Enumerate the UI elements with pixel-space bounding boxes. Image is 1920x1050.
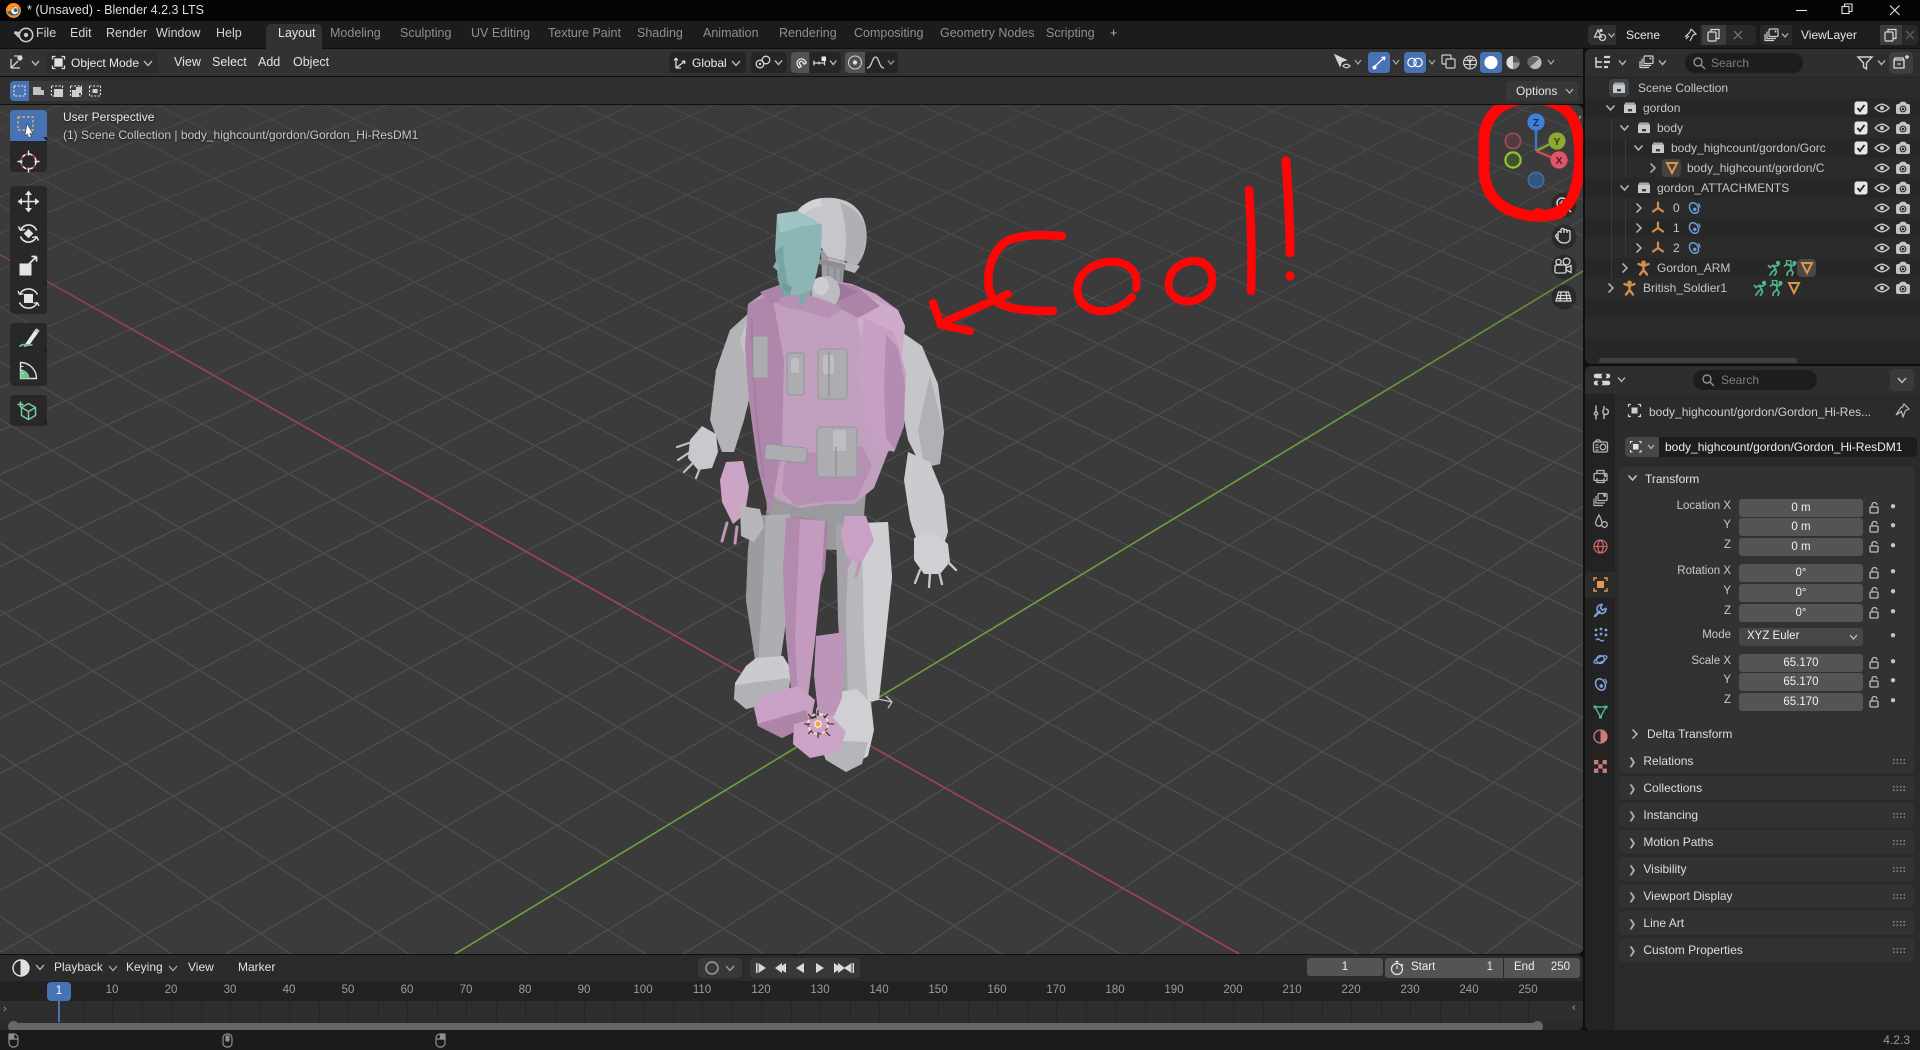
svg-text:Z: Z (1533, 117, 1540, 129)
svg-text:Y: Y (1553, 136, 1560, 148)
svg-text:X: X (1555, 155, 1562, 167)
